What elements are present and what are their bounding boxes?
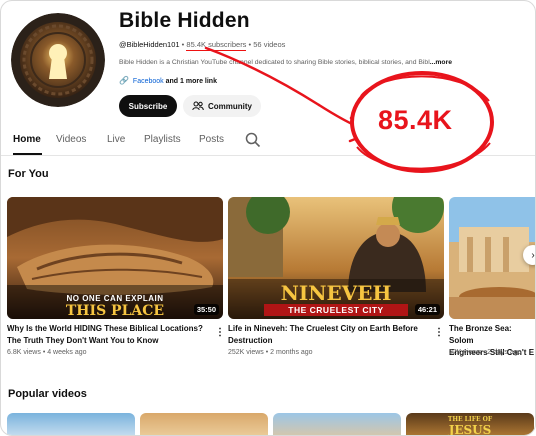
thumbnail-caption-big: THIS PLACE [65,303,165,319]
link-icon: 🔗 [119,76,129,85]
more-links-link[interactable]: and 1 more link [166,78,217,85]
video-title-line: The Truth They Don't Want You to Know [7,336,159,345]
video-thumbnail[interactable]: NINEVEH THE CRUELEST CITY 46:21 [228,197,444,319]
upload-age: 2 months ago [270,349,313,356]
channel-links: 🔗 Facebook and 1 more link [119,76,217,85]
description-more-link[interactable]: ...more [430,59,452,66]
chevron-right-icon: › [531,249,535,261]
more-options-icon[interactable]: ⋮ [215,327,225,338]
popular-videos-heading: Popular videos [8,388,87,400]
thumbnail-caption-big: NINEVEH [280,281,392,305]
video-meta: 6.8K views • 4 weeks ago [7,349,87,356]
video-title[interactable]: Why Is the World HIDING These Biblical L… [7,323,203,347]
keyhole-emblem-icon [11,13,105,107]
channel-meta: @BibleHidden101 • 85.4K subscribers • 56… [119,40,286,51]
view-count: 6.8K views [7,349,41,356]
more-options-icon[interactable]: ⋮ [434,327,444,338]
subscribe-button[interactable]: Subscribe [119,95,177,117]
popular-video-thumbnail[interactable] [140,413,268,435]
meta-separator: • [42,349,46,356]
tab-live[interactable]: Live [107,134,125,145]
video-duration: 35:50 [193,304,219,315]
video-count: 56 videos [253,40,286,49]
description-text: Bible Hidden is a Christian YouTube chan… [119,59,430,66]
video-meta: 252K views • 2 months ago [228,349,313,356]
tab-home[interactable]: Home [13,134,41,145]
channel-description[interactable]: Bible Hidden is a Christian YouTube chan… [119,59,452,66]
thumbnail-caption-banner: THE CRUELEST CITY [264,304,408,316]
upload-age: 4 weeks ago [47,349,87,356]
meta-separator: • [181,40,185,49]
channel-handle: @BibleHidden101 [119,40,180,49]
upload-age: 2 days ago [487,349,522,356]
tab-posts[interactable]: Posts [199,134,224,145]
popular-video-thumbnail[interactable] [273,413,401,435]
people-icon [192,101,204,111]
channel-tabs: Home Videos Live Playlists Posts [1,129,535,156]
community-label: Community [208,101,252,111]
video-title-line: The Bronze Sea: Solom [449,324,512,345]
meta-separator: • [265,349,269,356]
view-count: 252K views [228,349,264,356]
video-card[interactable]: The Bronze Sea: Solom Engineers Still Ca… [449,197,535,367]
thumbnail-caption-big: JESUS [448,423,492,436]
channel-name: Bible Hidden [119,9,250,32]
carousel-next-button[interactable]: › [523,245,535,265]
tab-videos[interactable]: Videos [56,134,86,145]
video-title[interactable]: Life in Nineveh: The Cruelest City on Ea… [228,323,418,347]
thumbnail-caption-small: NO ONE CAN EXPLAIN [66,294,164,303]
video-title-line: Why Is the World HIDING These Biblical L… [7,324,203,333]
channel-page: Bible Hidden @BibleHidden101 • 85.4K sub… [0,0,536,436]
highlighted-subscriber-count: 85.4K [378,105,453,135]
popular-video-thumbnail[interactable]: THE LIFE OF JESUS [406,413,534,436]
for-you-heading: For You [8,168,49,180]
video-duration: 46:21 [414,304,440,315]
popular-video-thumbnail[interactable] [7,413,135,435]
active-tab-indicator [13,153,42,155]
community-button[interactable]: Community [183,95,261,117]
subscriber-count: 85.4K subscribers [186,40,247,51]
thumbnail-caption-small: THE LIFE OF [447,416,493,423]
facebook-link[interactable]: Facebook [133,78,164,85]
tab-playlists[interactable]: Playlists [144,134,181,145]
search-icon[interactable] [245,132,261,148]
channel-avatar[interactable] [11,13,105,107]
meta-separator: • [248,40,252,49]
video-meta: 22K views • 2 days ago [449,349,522,356]
video-title-line: Life in Nineveh: The Cruelest City on Ea… [228,324,418,333]
video-title-line: Destruction [228,336,273,345]
meta-separator: • [482,349,486,356]
view-count: 22K views [449,349,481,356]
video-thumbnail[interactable]: NO ONE CAN EXPLAIN THIS PLACE 35:50 [7,197,223,319]
